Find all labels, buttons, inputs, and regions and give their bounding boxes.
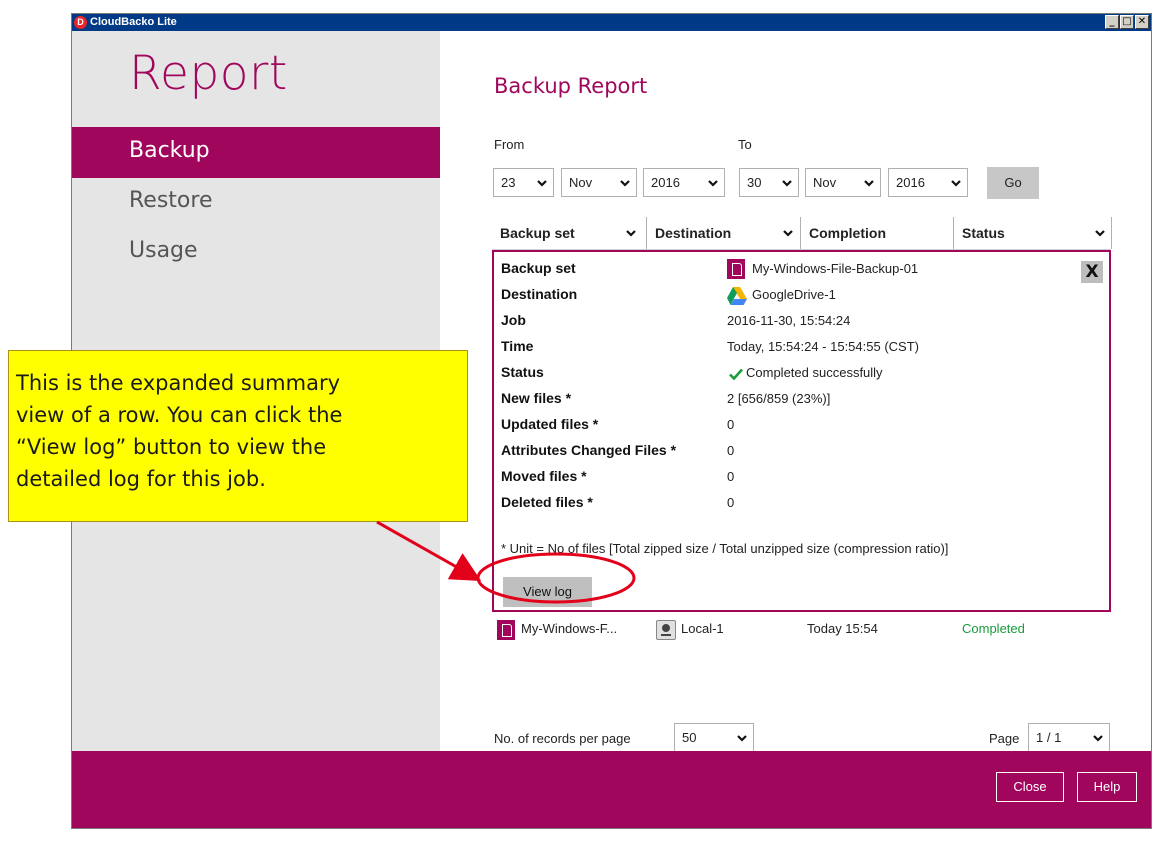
to-label: To bbox=[738, 137, 752, 152]
row-destination: Local-1 bbox=[681, 621, 724, 636]
column-status-label: Status bbox=[962, 225, 1005, 241]
detail-label-attributes-changed-files: Attributes Changed Files * bbox=[501, 442, 677, 458]
from-label: From bbox=[494, 137, 525, 152]
from-year-value: 2016 bbox=[651, 175, 680, 190]
title-bar: D CloudBacko Lite _ □ ✕ bbox=[72, 14, 1151, 31]
go-button[interactable]: Go bbox=[987, 167, 1039, 199]
to-day-value: 30 bbox=[747, 175, 762, 190]
records-per-page-value: 50 bbox=[682, 730, 697, 745]
detail-label-destination: Destination bbox=[501, 286, 578, 302]
detail-label-new-files: New files * bbox=[501, 390, 572, 406]
sidebar-item-backup[interactable]: Backup bbox=[72, 127, 440, 178]
view-log-button[interactable]: View log bbox=[503, 577, 592, 607]
column-completion-label: Completion bbox=[809, 225, 886, 241]
from-month-select[interactable]: Nov bbox=[561, 168, 637, 197]
minimize-button[interactable]: _ bbox=[1105, 15, 1119, 29]
column-backup-set-label: Backup set bbox=[500, 225, 575, 241]
detail-label-status: Status bbox=[501, 364, 544, 380]
records-per-page-select[interactable]: 50 bbox=[674, 723, 754, 752]
to-year-select[interactable]: 2016 bbox=[888, 168, 968, 197]
detail-value-job: 2016-11-30, 15:54:24 bbox=[727, 313, 851, 328]
window-controls: _ □ ✕ bbox=[1105, 15, 1149, 29]
page-value: 1 / 1 bbox=[1036, 730, 1062, 745]
detail-label-updated-files: Updated files * bbox=[501, 416, 599, 432]
chevron-down-icon bbox=[783, 230, 793, 237]
chevron-down-icon bbox=[782, 180, 792, 187]
file-icon bbox=[727, 259, 745, 279]
detail-value-attributes-changed-files: 0 bbox=[727, 443, 735, 458]
page-label: Page bbox=[989, 731, 1020, 746]
sidebar-item-restore[interactable]: Restore bbox=[72, 177, 440, 228]
chevron-down-icon bbox=[1093, 735, 1103, 742]
chevron-down-icon bbox=[620, 180, 630, 187]
detail-label-backup-set: Backup set bbox=[501, 260, 576, 276]
detail-value-updated-files: 0 bbox=[727, 417, 735, 432]
expanded-summary-panel: X Backup set My-Windows-File-Backup-01 D… bbox=[492, 250, 1111, 612]
page-title: Backup Report bbox=[494, 74, 648, 98]
column-divider bbox=[1111, 217, 1112, 249]
to-year-value: 2016 bbox=[896, 175, 925, 190]
chevron-down-icon bbox=[951, 180, 961, 187]
detail-label-deleted-files: Deleted files * bbox=[501, 494, 593, 510]
detail-value-new-files: 2 [656/859 (23%)] bbox=[727, 391, 831, 406]
from-day-select[interactable]: 23 bbox=[493, 168, 554, 197]
column-destination-label: Destination bbox=[655, 225, 732, 241]
chevron-down-icon bbox=[737, 735, 747, 742]
main-panel: Backup Report From To 23 Nov 2016 30 Nov… bbox=[440, 31, 1151, 752]
footer-bar: Close Help bbox=[72, 751, 1151, 828]
close-window-button[interactable]: ✕ bbox=[1135, 15, 1149, 29]
table-row[interactable]: My-Windows-F... Local-1 Today 15:54 Comp… bbox=[492, 616, 1111, 644]
detail-value-backup-set: My-Windows-File-Backup-01 bbox=[752, 261, 919, 276]
row-status: Completed bbox=[962, 621, 1025, 636]
unit-note: * Unit = No of files [Total zipped size … bbox=[501, 541, 949, 556]
maximize-button[interactable]: □ bbox=[1120, 15, 1134, 29]
column-backup-set[interactable]: Backup set bbox=[492, 217, 642, 249]
help-button[interactable]: Help bbox=[1077, 772, 1137, 802]
from-month-value: Nov bbox=[569, 175, 593, 190]
google-drive-icon bbox=[727, 287, 747, 305]
detail-label-job: Job bbox=[501, 312, 526, 328]
column-status[interactable]: Status bbox=[954, 217, 1111, 249]
chevron-down-icon bbox=[626, 230, 636, 237]
detail-value-deleted-files: 0 bbox=[727, 495, 735, 510]
local-drive-icon bbox=[656, 620, 676, 640]
file-icon bbox=[497, 620, 515, 640]
to-day-select[interactable]: 30 bbox=[739, 168, 799, 197]
to-month-select[interactable]: Nov bbox=[805, 168, 881, 197]
column-destination[interactable]: Destination bbox=[647, 217, 799, 249]
row-backup-set: My-Windows-F... bbox=[521, 621, 618, 636]
close-button[interactable]: Close bbox=[996, 772, 1064, 802]
chevron-down-icon bbox=[1095, 230, 1105, 237]
sidebar-title: Report bbox=[129, 46, 288, 101]
sidebar-item-usage[interactable]: Usage bbox=[72, 227, 440, 278]
chevron-down-icon bbox=[864, 180, 874, 187]
to-month-value: Nov bbox=[813, 175, 837, 190]
chevron-down-icon bbox=[537, 180, 547, 187]
from-year-select[interactable]: 2016 bbox=[643, 168, 725, 197]
page-select[interactable]: 1 / 1 bbox=[1028, 723, 1110, 752]
chevron-down-icon bbox=[708, 180, 718, 187]
column-completion[interactable]: Completion bbox=[801, 217, 951, 249]
window-title: CloudBacko Lite bbox=[90, 16, 177, 28]
close-summary-button[interactable]: X bbox=[1081, 261, 1103, 283]
check-icon bbox=[729, 368, 743, 380]
detail-value-moved-files: 0 bbox=[727, 469, 735, 484]
from-day-value: 23 bbox=[501, 175, 516, 190]
detail-value-status: Completed successfully bbox=[746, 365, 883, 380]
detail-label-moved-files: Moved files * bbox=[501, 468, 587, 484]
row-completion: Today 15:54 bbox=[807, 621, 878, 636]
app-logo-icon: D bbox=[74, 16, 87, 29]
records-per-page-label: No. of records per page bbox=[494, 731, 631, 746]
detail-value-time: Today, 15:54:24 - 15:54:55 (CST) bbox=[727, 339, 919, 354]
detail-value-destination: GoogleDrive-1 bbox=[752, 287, 836, 302]
detail-label-time: Time bbox=[501, 338, 534, 354]
annotation-callout: This is the expanded summary view of a r… bbox=[8, 350, 468, 522]
